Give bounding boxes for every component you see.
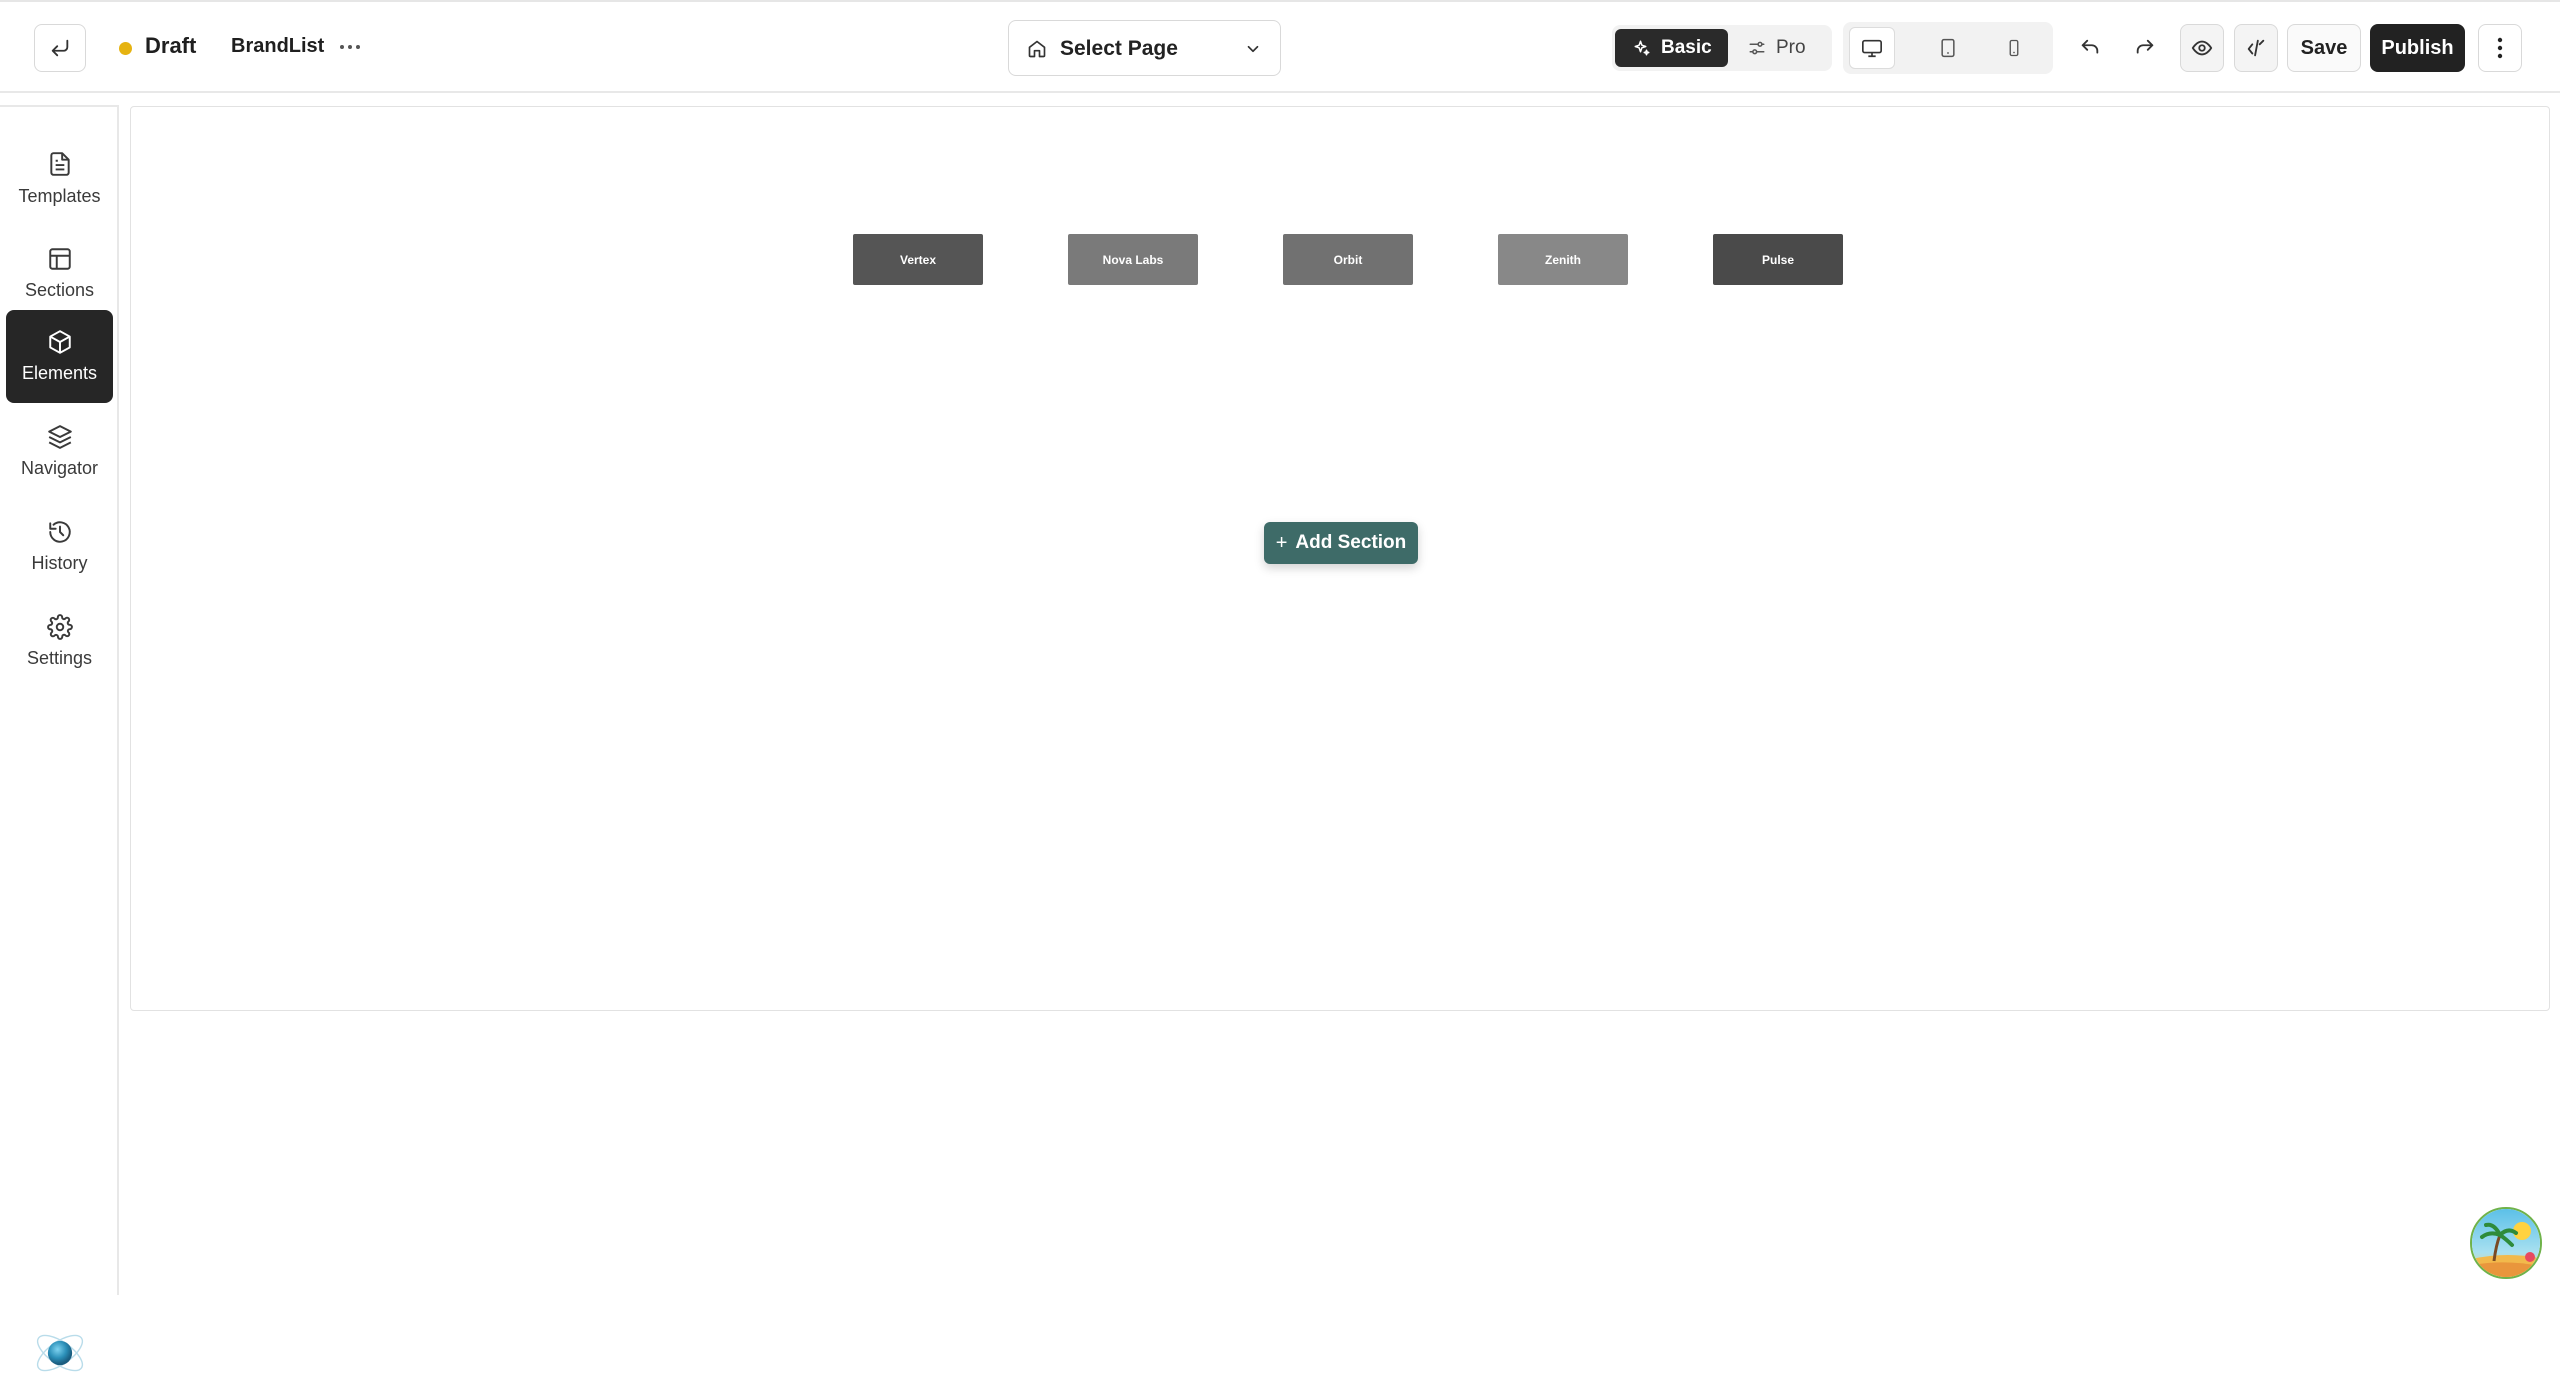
sidebar-item-elements[interactable]: Elements <box>6 310 113 403</box>
sidebar-item-navigator[interactable]: Navigator <box>6 405 113 498</box>
layout-icon <box>48 248 71 270</box>
beach-avatar-icon <box>2472 1209 2540 1277</box>
editor-canvas[interactable]: Vertex Nova Labs Orbit Zenith Pulse + Ad… <box>130 106 2550 1011</box>
device-preview-toggle <box>1843 22 2053 74</box>
sliders-icon <box>1749 41 1765 55</box>
draft-status-dot <box>119 42 132 55</box>
code-button[interactable] <box>2234 24 2278 72</box>
sparkle-icon <box>1634 40 1650 56</box>
redo-icon <box>2136 39 2154 54</box>
mode-pro-button[interactable]: Pro <box>1748 29 1828 67</box>
chevron-down-icon <box>1247 45 1259 53</box>
orb-icon <box>36 1334 84 1372</box>
draft-status-label: Draft <box>145 33 197 58</box>
redo-button[interactable] <box>2123 24 2167 72</box>
mode-basic-label: Basic <box>1661 37 1712 58</box>
undo-icon <box>2081 39 2099 54</box>
brand-label: Vertex <box>899 252 937 267</box>
page-more-button[interactable] <box>336 32 364 62</box>
more-options-button[interactable] <box>2478 24 2522 72</box>
brand-item-zenith[interactable]: Zenith <box>1498 234 1628 285</box>
top-toolbar: Draft BrandList Select Page Basic Pro Sa… <box>0 0 2560 93</box>
gear-icon <box>46 614 73 640</box>
mode-basic-button[interactable]: Basic <box>1615 29 1728 67</box>
desktop-view-button[interactable] <box>1849 27 1895 69</box>
plus-icon: + <box>1275 531 1288 554</box>
undo-button[interactable] <box>2068 24 2112 72</box>
sidebar-item-settings[interactable]: Settings <box>6 595 113 688</box>
select-page-dropdown[interactable]: Select Page <box>1008 20 1281 76</box>
document-icon <box>49 152 70 176</box>
brand-label: Zenith <box>1545 252 1581 267</box>
editor-mode-toggle: Basic Pro <box>1612 25 1832 71</box>
sidebar-item-sections[interactable]: Sections <box>6 227 113 320</box>
select-page-label: Select Page <box>1060 37 1178 60</box>
code-tag-icon <box>2247 39 2265 57</box>
sidebar-item-label: Navigator <box>20 458 99 478</box>
sidebar-item-history[interactable]: History <box>6 500 113 593</box>
sidebar-item-label: Sections <box>24 280 95 300</box>
save-button[interactable]: Save <box>2287 24 2361 72</box>
brand-label: Nova Labs <box>1102 252 1164 267</box>
ellipsis-icon <box>340 45 360 49</box>
kebab-menu-icon <box>2497 37 2503 59</box>
add-section-button[interactable]: + Add Section <box>1264 522 1418 564</box>
brand-item-vertex[interactable]: Vertex <box>853 234 983 285</box>
sidebar-item-label: Settings <box>26 648 93 668</box>
sidebar-item-templates[interactable]: Templates <box>6 132 113 225</box>
sidebar-item-label: Elements <box>21 363 98 383</box>
user-avatar[interactable] <box>2470 1207 2542 1279</box>
brand-item-pulse[interactable]: Pulse <box>1713 234 1843 285</box>
publish-button[interactable]: Publish <box>2370 24 2465 72</box>
sidebar-item-label: History <box>31 553 88 573</box>
brand-item-nova-labs[interactable]: Nova Labs <box>1068 234 1198 285</box>
eye-icon <box>2191 40 2213 56</box>
sidebar-item-label: Templates <box>18 186 101 206</box>
tablet-view-button[interactable] <box>1925 27 1971 69</box>
brand-label: Orbit <box>1333 252 1363 267</box>
tablet-icon <box>1941 38 1955 58</box>
return-arrow-icon <box>51 39 69 57</box>
desktop-icon <box>1862 39 1882 58</box>
assistant-orb-button[interactable] <box>32 1325 88 1381</box>
left-sidebar: Templates Sections Elements Navigator Hi… <box>0 105 119 1372</box>
mode-pro-label: Pro <box>1776 37 1806 58</box>
brand-label: Pulse <box>1761 252 1794 267</box>
cube-icon <box>48 330 71 354</box>
mobile-view-button[interactable] <box>1991 27 2037 69</box>
home-icon <box>1028 40 1046 58</box>
layers-icon <box>47 425 72 449</box>
history-icon <box>48 521 71 543</box>
mobile-icon <box>2009 39 2019 57</box>
page-name[interactable]: BrandList <box>231 35 324 58</box>
preview-button[interactable] <box>2180 24 2224 72</box>
back-button[interactable] <box>34 24 86 72</box>
add-section-label: Add Section <box>1295 532 1407 553</box>
brand-item-orbit[interactable]: Orbit <box>1283 234 1413 285</box>
